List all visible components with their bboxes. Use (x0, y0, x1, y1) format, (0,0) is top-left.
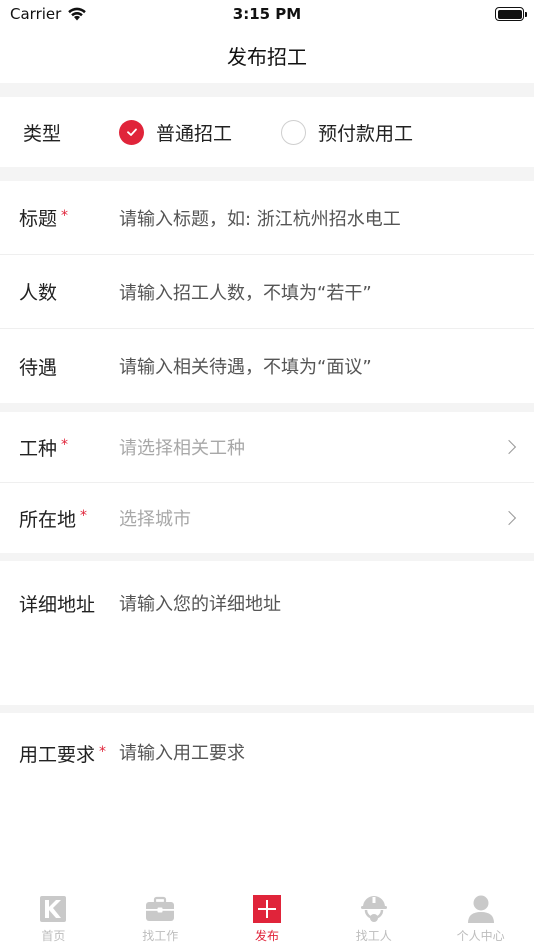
title-field-row[interactable]: 标题 * 请输入标题，如: 浙江杭州招水电工 (0, 181, 534, 255)
requirements-label-text: 用工要求 (19, 744, 96, 766)
count-field-row[interactable]: 人数 请输入招工人数，不填为“若干” (0, 255, 534, 329)
tab-bar: 首页 找工作 发布 找工人 个人中心 (0, 880, 534, 950)
salary-field-row[interactable]: 待遇 请输入相关待遇，不填为“面议” (0, 329, 534, 403)
worker-helmet-icon (359, 894, 389, 924)
location-label: 所在地 * (19, 505, 87, 532)
required-mark: * (80, 508, 88, 524)
person-icon (466, 894, 496, 924)
tab-home[interactable]: 首页 (0, 880, 107, 950)
status-bar: Carrier 3:15 PM (0, 0, 534, 28)
type-option-normal-label: 普通招工 (156, 122, 233, 145)
required-mark: * (99, 743, 107, 760)
tab-find-worker-label: 找工人 (355, 929, 392, 943)
radio-unchecked-icon[interactable] (281, 119, 306, 145)
location-field-row[interactable]: 所在地 * 选择城市 (0, 483, 534, 553)
nav-bar: 发布招工 (0, 28, 534, 83)
required-mark: * (61, 207, 69, 224)
location-label-text: 所在地 (19, 508, 77, 531)
tab-find-job[interactable]: 找工作 (107, 880, 214, 950)
count-input[interactable]: 请输入招工人数，不填为“若干” (119, 279, 372, 305)
tab-profile-label: 个人中心 (456, 929, 505, 943)
requirements-input[interactable]: 请输入用工要求 (119, 739, 245, 765)
salary-input[interactable]: 请输入相关待遇，不填为“面议” (119, 353, 372, 379)
title-label-text: 标题 (19, 208, 58, 230)
tab-profile[interactable]: 个人中心 (427, 880, 534, 950)
address-field-row[interactable]: 详细地址 请输入您的详细地址 (0, 561, 534, 705)
battery-icon (495, 7, 527, 21)
type-option-normal[interactable]: 普通招工 (119, 119, 232, 146)
type-option-prepaid[interactable]: 预付款用工 (281, 119, 413, 146)
trade-select[interactable]: 请选择相关工种 (119, 434, 245, 460)
tab-publish[interactable]: 发布 (214, 880, 321, 950)
section-divider (0, 403, 534, 412)
chevron-right-icon[interactable] (501, 510, 517, 526)
section-divider (0, 83, 534, 97)
radio-checked-icon[interactable] (119, 119, 144, 145)
section-divider (0, 553, 534, 561)
type-option-prepaid-label: 预付款用工 (318, 122, 414, 145)
trade-label: 工种 * (19, 434, 68, 461)
salary-label: 待遇 (19, 356, 58, 379)
page-title: 发布招工 (227, 45, 307, 69)
title-input[interactable]: 请输入标题，如: 浙江杭州招水电工 (119, 205, 401, 231)
tab-find-job-label: 找工作 (142, 929, 179, 943)
type-label: 类型 (23, 122, 62, 145)
trade-label-text: 工种 (19, 437, 58, 460)
plus-icon (252, 894, 282, 924)
tab-find-worker[interactable]: 找工人 (320, 880, 427, 950)
tab-home-label: 首页 (41, 929, 66, 943)
address-label: 详细地址 (19, 594, 96, 616)
briefcase-icon (145, 894, 175, 924)
tab-publish-label: 发布 (254, 929, 279, 943)
required-mark: * (61, 437, 69, 453)
chevron-right-icon[interactable] (501, 439, 517, 455)
requirements-label: 用工要求 * (19, 740, 106, 767)
trade-field-row[interactable]: 工种 * 请选择相关工种 (0, 412, 534, 483)
type-row: 类型 普通招工 预付款用工 (0, 97, 534, 167)
address-input[interactable]: 请输入您的详细地址 (119, 590, 281, 616)
section-divider (0, 705, 534, 713)
requirements-field-row[interactable]: 用工要求 * 请输入用工要求 (0, 713, 534, 873)
section-divider (0, 167, 534, 181)
status-time: 3:15 PM (232, 5, 302, 23)
home-logo-icon (38, 894, 68, 924)
count-label: 人数 (19, 282, 58, 304)
location-select[interactable]: 选择城市 (119, 505, 191, 531)
title-label: 标题 * (19, 204, 68, 231)
